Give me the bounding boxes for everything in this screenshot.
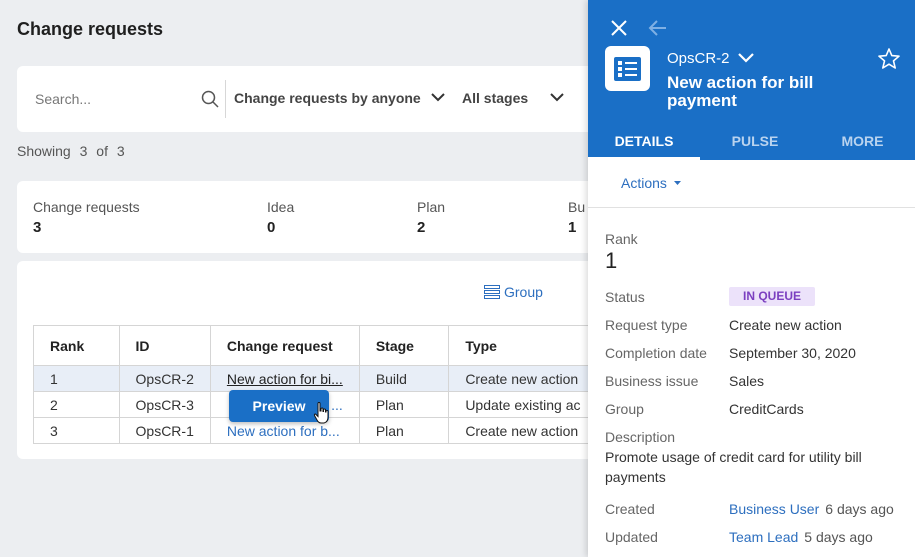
filter-divider bbox=[225, 80, 226, 118]
cell-type: Update existing ac bbox=[448, 391, 607, 418]
cell-id: OpsCR-3 bbox=[118, 391, 211, 418]
case-preview-panel: OpsCR-2 New action for bill payment DETA… bbox=[588, 0, 915, 557]
group-icon bbox=[484, 285, 500, 299]
group-field-label: Group bbox=[605, 401, 644, 417]
updated-by-link[interactable]: Team Lead bbox=[729, 529, 798, 545]
table-header-row: Rank ID Change request Stage Type bbox=[33, 325, 607, 366]
created-by-link[interactable]: Business User bbox=[729, 501, 819, 517]
change-requests-table-card: Group Rank ID Change request Stage Type … bbox=[17, 261, 607, 459]
cell-id: OpsCR-2 bbox=[118, 365, 211, 392]
panel-header: OpsCR-2 New action for bill payment DETA… bbox=[588, 0, 915, 160]
cell-stage: Plan bbox=[358, 417, 450, 444]
group-field-value: CreditCards bbox=[729, 401, 804, 417]
panel-divider bbox=[588, 207, 915, 208]
status-badge: IN QUEUE bbox=[729, 287, 816, 306]
search-icon[interactable] bbox=[201, 90, 219, 108]
tab-details[interactable]: DETAILS bbox=[588, 123, 700, 160]
cell-rank: 3 bbox=[33, 417, 120, 444]
table-row[interactable]: 1 OpsCR-2 New action for bi... Build Cre… bbox=[33, 365, 607, 392]
results-count: Showing 3 of 3 bbox=[17, 143, 130, 159]
stat-value: 2 bbox=[417, 219, 426, 236]
cell-stage: Build bbox=[358, 365, 450, 392]
business-issue-value: Sales bbox=[729, 373, 765, 389]
owner-filter-select[interactable]: Change requests by anyone bbox=[234, 90, 422, 106]
showing-prefix: Showing bbox=[17, 143, 71, 159]
stat-value: 1 bbox=[568, 219, 577, 236]
page-title: Change requests bbox=[17, 19, 164, 39]
tab-more[interactable]: MORE bbox=[810, 123, 915, 160]
created-info: Business User 6 days ago bbox=[729, 501, 894, 517]
case-type-tile bbox=[605, 46, 650, 91]
description-label: Description bbox=[605, 429, 676, 445]
search-bar: Change requests by anyone All stages bbox=[17, 66, 607, 132]
stat-idea: Idea 0 bbox=[267, 199, 294, 236]
stage-summary: Change requests 3 Idea 0 Plan 2 Bu 1 bbox=[17, 181, 607, 253]
cell-rank: 2 bbox=[33, 391, 120, 418]
chevron-down-icon[interactable] bbox=[738, 53, 754, 63]
status-label: Status bbox=[605, 289, 645, 305]
caret-down-icon bbox=[673, 181, 681, 185]
chevron-down-icon[interactable] bbox=[550, 93, 564, 102]
cell-request-link[interactable]: New action for bi... bbox=[209, 365, 360, 392]
group-button[interactable]: Group bbox=[484, 284, 543, 300]
panel-tabs: DETAILS PULSE MORE bbox=[588, 123, 915, 160]
tab-pulse[interactable]: PULSE bbox=[700, 123, 810, 160]
star-icon[interactable] bbox=[878, 48, 900, 69]
showing-of: of bbox=[96, 143, 108, 159]
completion-date-label: Completion date bbox=[605, 345, 707, 361]
column-header-change-request[interactable]: Change request bbox=[209, 325, 360, 366]
search-input[interactable] bbox=[35, 88, 195, 110]
column-header-id[interactable]: ID bbox=[118, 325, 211, 366]
completion-date-value: September 30, 2020 bbox=[729, 345, 856, 361]
column-header-stage[interactable]: Stage bbox=[358, 325, 450, 366]
change-requests-table: Rank ID Change request Stage Type 1 OpsC… bbox=[33, 325, 607, 444]
close-icon[interactable] bbox=[610, 19, 628, 37]
case-id: OpsCR-2 bbox=[667, 50, 730, 67]
rank-label: Rank bbox=[605, 231, 638, 247]
description-value: Promote usage of credit card for utility… bbox=[605, 449, 862, 485]
created-label: Created bbox=[605, 501, 655, 517]
created-time: 6 days ago bbox=[825, 501, 894, 517]
stat-label: Idea bbox=[267, 199, 295, 215]
updated-label: Updated bbox=[605, 529, 658, 545]
group-label: Group bbox=[504, 284, 543, 300]
stat-label: Plan bbox=[417, 199, 446, 215]
stage-filter-select[interactable]: All stages bbox=[462, 90, 542, 106]
showing-count: 3 bbox=[79, 143, 88, 159]
cell-stage: Plan bbox=[358, 391, 450, 418]
updated-time: 5 days ago bbox=[804, 529, 873, 545]
case-type-icon bbox=[614, 57, 641, 81]
actions-label: Actions bbox=[621, 175, 667, 191]
case-title: New action for bill payment bbox=[667, 73, 814, 110]
back-arrow-icon[interactable] bbox=[648, 20, 667, 36]
stat-value: 3 bbox=[33, 219, 42, 236]
stat-label: Change requests bbox=[33, 199, 140, 215]
cell-type: Create new action bbox=[448, 417, 607, 444]
rank-value: 1 bbox=[605, 248, 618, 273]
showing-total: 3 bbox=[116, 143, 125, 159]
cell-type: Create new action bbox=[448, 365, 607, 392]
stat-label: Bu bbox=[568, 199, 586, 215]
request-type-label: Request type bbox=[605, 317, 688, 333]
updated-info: Team Lead 5 days ago bbox=[729, 529, 873, 545]
cell-id: OpsCR-1 bbox=[118, 417, 211, 444]
chevron-down-icon[interactable] bbox=[431, 93, 445, 102]
column-header-type[interactable]: Type bbox=[448, 325, 607, 366]
actions-menu[interactable]: Actions bbox=[621, 175, 681, 191]
stat-change-requests: Change requests 3 bbox=[33, 199, 140, 236]
hand-cursor-icon bbox=[313, 402, 329, 424]
column-header-rank[interactable]: Rank bbox=[33, 325, 120, 366]
stat-build: Bu 1 bbox=[568, 199, 585, 236]
stat-plan: Plan 2 bbox=[417, 199, 445, 236]
business-issue-label: Business issue bbox=[605, 373, 699, 389]
stat-value: 0 bbox=[267, 219, 276, 236]
request-type-value: Create new action bbox=[729, 317, 842, 333]
cell-rank: 1 bbox=[33, 365, 120, 392]
